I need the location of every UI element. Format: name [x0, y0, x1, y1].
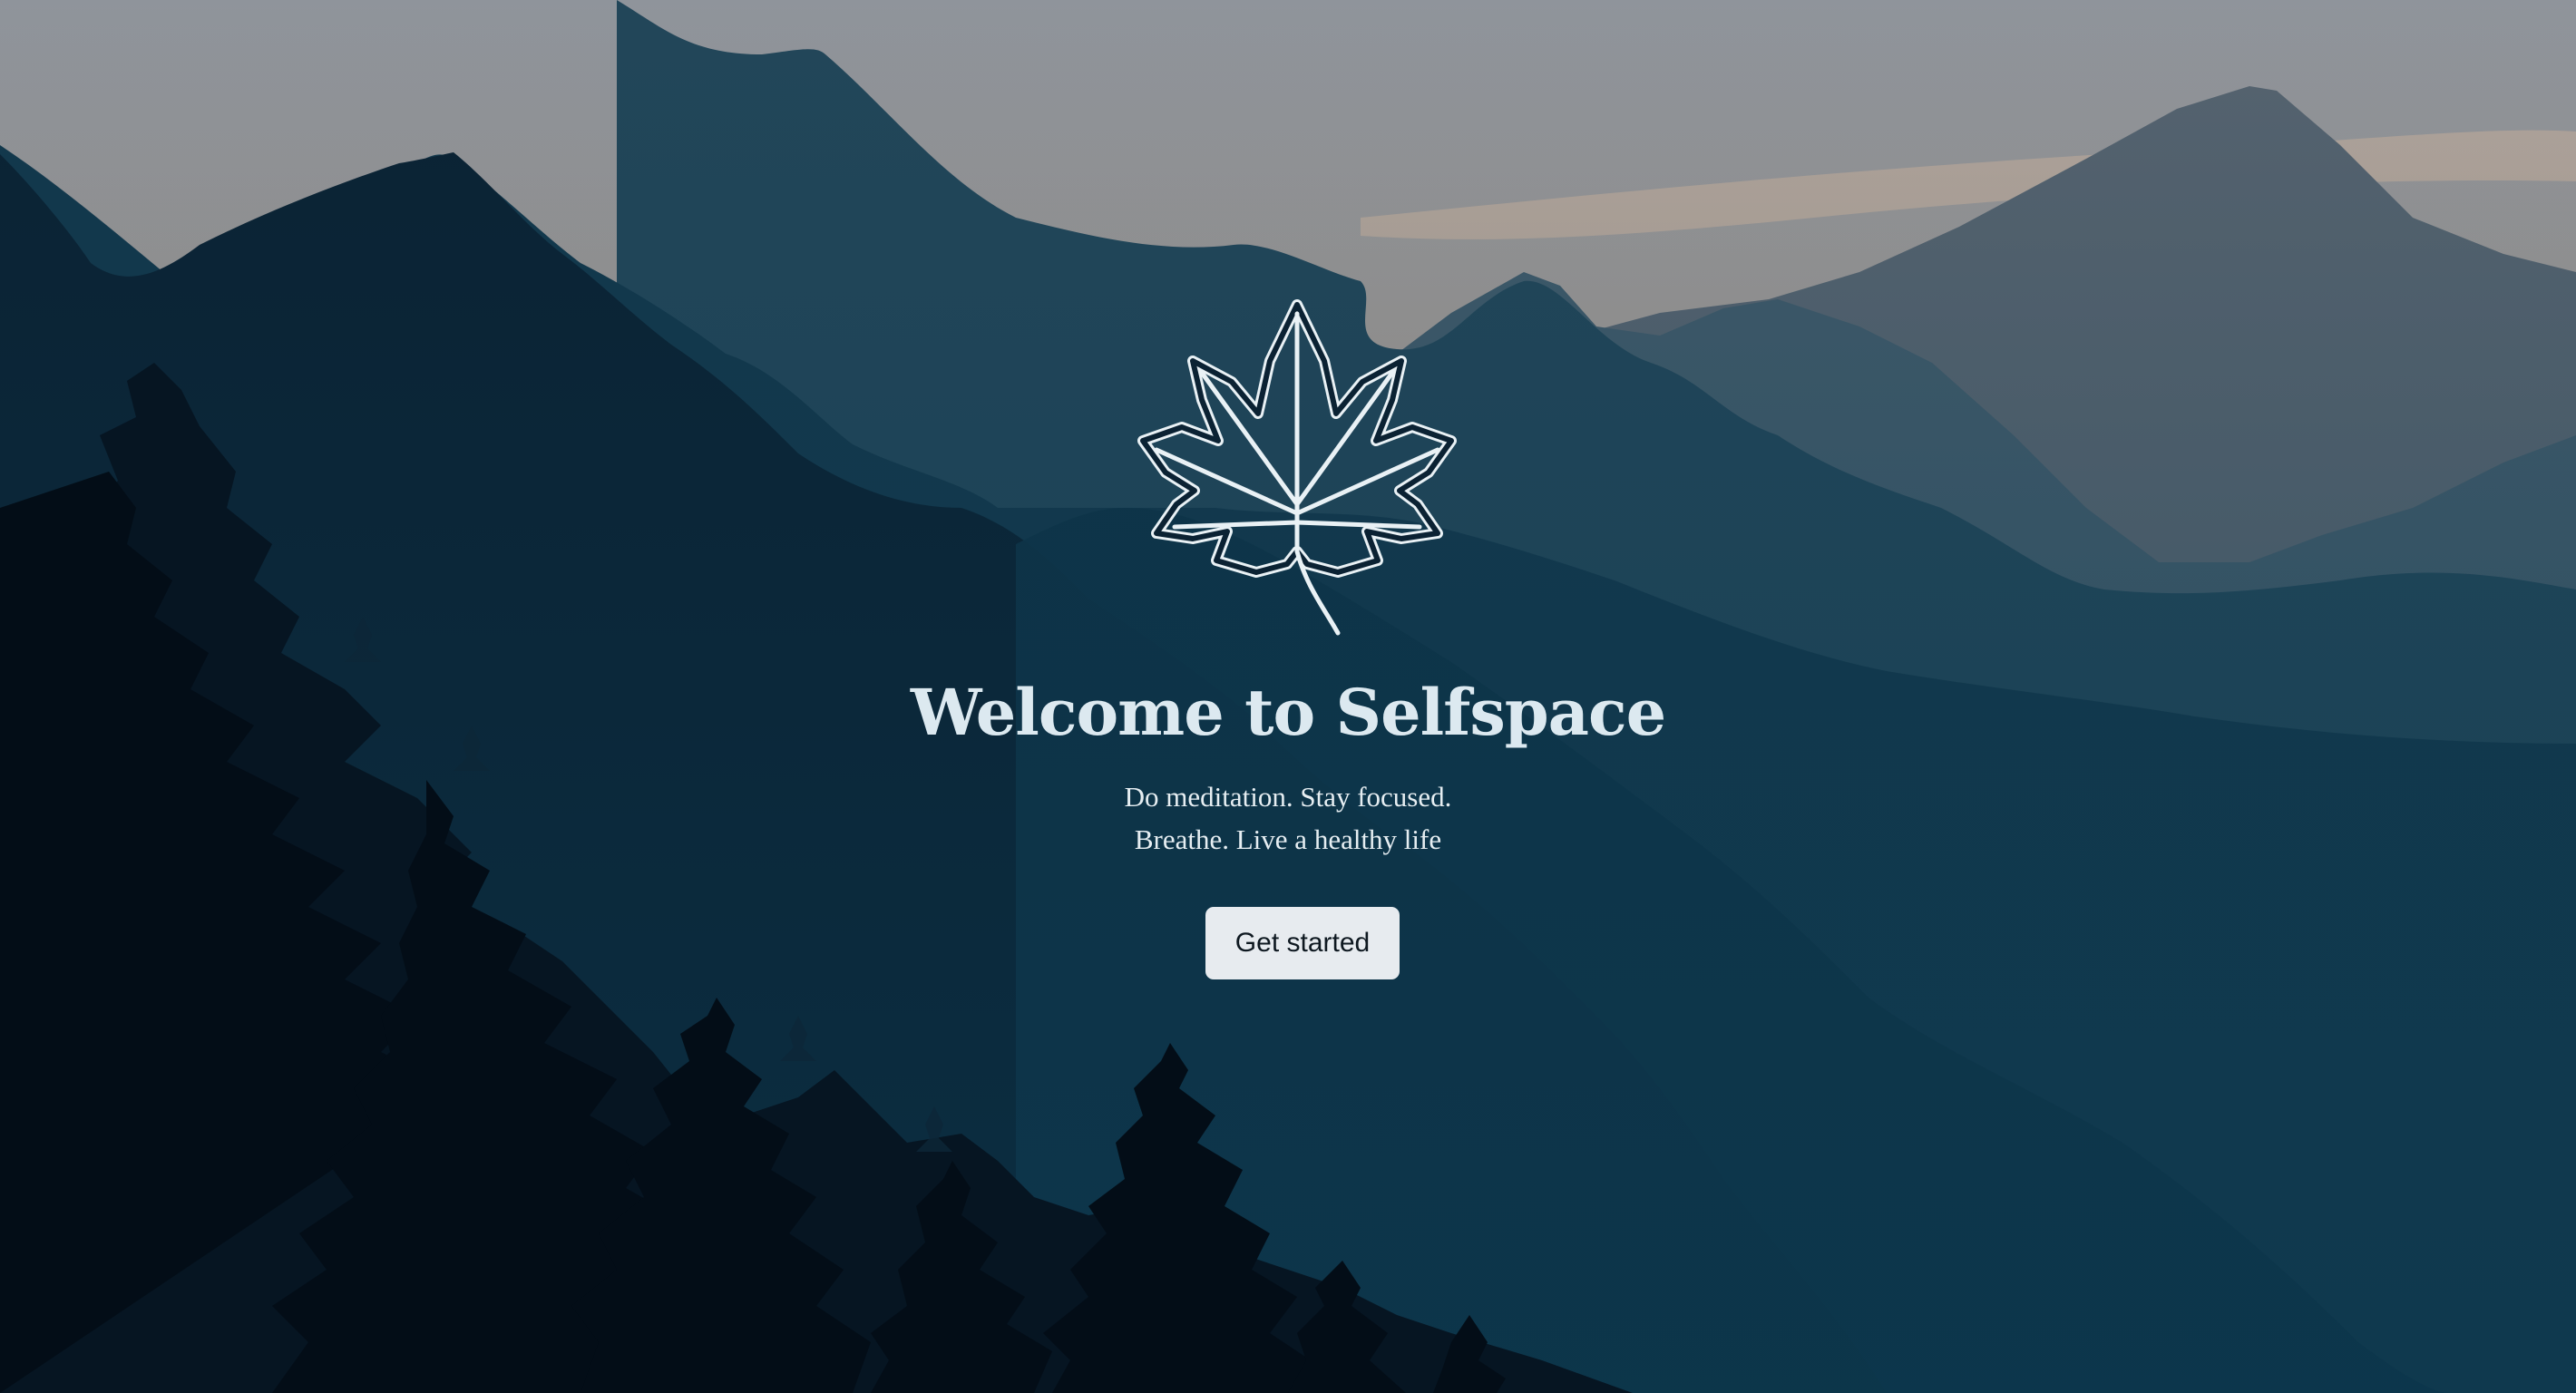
- tagline-line-2: Breathe. Live a healthy life: [1134, 823, 1442, 855]
- tagline-line-1: Do meditation. Stay focused.: [1124, 781, 1452, 813]
- maple-leaf-icon: [1129, 296, 1465, 640]
- get-started-button[interactable]: Get started: [1205, 907, 1400, 979]
- hero-section: Welcome to Selfspace Do meditation. Stay…: [0, 0, 2576, 1393]
- landing-scene: Welcome to Selfspace Do meditation. Stay…: [0, 0, 2576, 1393]
- page-title: Welcome to Selfspace: [910, 675, 1666, 750]
